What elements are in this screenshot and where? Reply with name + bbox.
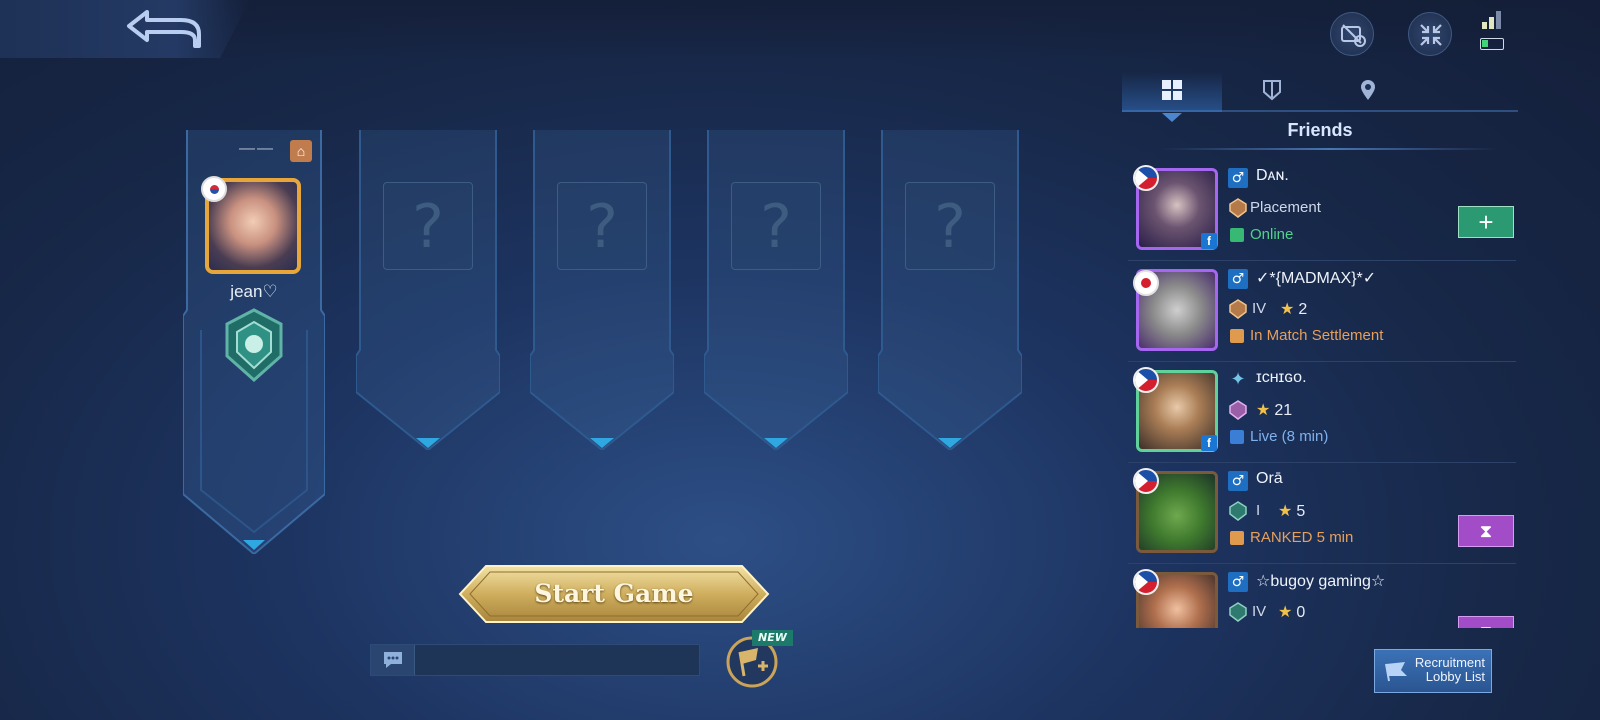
special-gender-icon: ✦: [1230, 369, 1246, 390]
star-icon: ★: [1280, 301, 1295, 318]
screen-record-icon[interactable]: [1330, 12, 1374, 56]
panel-tabs: [1122, 72, 1518, 122]
korea-flag-icon: [201, 176, 227, 202]
waiting-button[interactable]: ⧗: [1458, 616, 1514, 628]
star-count: 21: [1274, 402, 1293, 419]
friend-status: RANKED 5 min: [1250, 529, 1354, 546]
friend-rank: I: [1256, 502, 1261, 519]
divider: [1160, 148, 1500, 150]
friend-rank: IV: [1252, 300, 1267, 317]
back-arrow-icon: [127, 10, 201, 48]
party-label: ——: [239, 140, 275, 157]
japan-flag-icon: [1133, 270, 1159, 296]
empty-slot-placeholder: ?: [557, 182, 647, 270]
live-icon: [1230, 430, 1244, 444]
slot-frame: [704, 130, 848, 450]
battery-icon: [1480, 38, 1504, 50]
friend-avatar[interactable]: f: [1133, 165, 1218, 250]
philippines-flag-icon: [1133, 165, 1159, 191]
check-icon: [1230, 228, 1244, 242]
empty-slot-placeholder: ?: [731, 182, 821, 270]
tab-friends[interactable]: [1122, 72, 1222, 122]
friend-row[interactable]: ♂ ✓*{MADMAX}*✓ IV ★ 2 In Match Settlement: [1128, 261, 1516, 362]
star-count: 5: [1296, 503, 1306, 520]
chat-bubble-icon[interactable]: [371, 645, 415, 675]
philippines-flag-icon: [1133, 367, 1159, 393]
friend-row[interactable]: f ✦ ɪᴄʜɪɢᴏ. ★ 21 Live (8 min): [1128, 362, 1516, 463]
rank-badge-icon: [1229, 501, 1247, 521]
friend-name: Orā: [1256, 470, 1283, 487]
grid-icon: [1162, 80, 1182, 100]
friend-stars: ★ 5: [1278, 501, 1305, 521]
rank-badge-icon: [1229, 400, 1247, 420]
friend-name: ☆bugoy gaming☆: [1256, 573, 1386, 590]
collapse-icon[interactable]: [1408, 12, 1452, 56]
slot-frame: [878, 130, 1022, 450]
friend-stars: ★ 21: [1256, 400, 1292, 420]
friend-name: ✓*{MADMAX}*✓: [1256, 270, 1377, 287]
friend-name: ɪᴄʜɪɢᴏ.: [1256, 369, 1307, 386]
player-avatar[interactable]: [201, 176, 301, 274]
location-pin-icon: [1361, 80, 1375, 100]
facebook-icon: f: [1201, 435, 1217, 451]
rank-badge-icon: [1229, 198, 1247, 218]
star-icon: ★: [1278, 503, 1293, 520]
friend-avatar[interactable]: [1133, 569, 1218, 628]
invite-button[interactable]: +: [1458, 206, 1514, 238]
empty-slot-placeholder: ?: [905, 182, 995, 270]
facebook-icon: f: [1201, 233, 1217, 249]
new-badge: NEW: [752, 630, 793, 646]
star-count: 2: [1298, 301, 1308, 318]
friend-avatar[interactable]: [1133, 468, 1218, 553]
recruitment-lobby-button[interactable]: Recruitment Lobby List: [1374, 649, 1492, 693]
male-icon: ♂: [1228, 572, 1248, 592]
recruitment-label: Recruitment Lobby List: [1414, 655, 1485, 684]
friend-avatar[interactable]: [1133, 269, 1218, 351]
slot-frame: [530, 130, 674, 450]
match-icon: [1230, 531, 1244, 545]
slot-frame: [356, 130, 500, 450]
friend-rank: IV: [1252, 603, 1267, 620]
male-icon: ♂: [1228, 471, 1248, 491]
friend-status: Online: [1250, 226, 1294, 243]
friend-row[interactable]: f ♂ Dᴀɴ. Placement Online +: [1128, 160, 1516, 261]
friend-status: In Match Settlement: [1250, 327, 1384, 344]
player-name: jean♡: [230, 282, 278, 301]
star-count: 0: [1296, 604, 1306, 621]
empty-slot-placeholder: ?: [383, 182, 473, 270]
rank-emblem-icon: [225, 308, 283, 382]
panel-title: Friends: [1287, 120, 1353, 140]
male-icon: ♂: [1228, 168, 1248, 188]
friend-stars: ★ 0: [1278, 602, 1305, 622]
friend-name: Dᴀɴ.: [1256, 167, 1289, 184]
waiting-button[interactable]: ⧗: [1458, 515, 1514, 547]
chat-input[interactable]: [370, 644, 700, 676]
philippines-flag-icon: [1133, 569, 1159, 595]
rank-badge-icon: [1229, 299, 1247, 319]
friend-row[interactable]: ♂ Orā I ★ 5 RANKED 5 min ⧗: [1128, 463, 1516, 564]
rank-badge-icon: [1229, 602, 1247, 622]
friend-rank: Placement: [1250, 199, 1321, 216]
start-game-button[interactable]: Start Game: [456, 562, 772, 626]
friend-row[interactable]: ♂ ☆bugoy gaming☆ IV ★0 ⧗: [1128, 564, 1516, 628]
shield-icon: [1263, 80, 1281, 101]
male-icon: ♂: [1228, 269, 1248, 289]
star-icon: ★: [1256, 402, 1271, 419]
tab-squad[interactable]: [1222, 72, 1322, 112]
friend-status: Live (8 min): [1250, 428, 1329, 445]
match-icon: [1230, 329, 1244, 343]
friend-avatar[interactable]: f: [1133, 367, 1218, 452]
friend-stars: ★ 2: [1280, 299, 1307, 319]
start-game-label: Start Game: [534, 579, 694, 608]
star-icon: ★: [1278, 604, 1293, 621]
signal-icon: [1482, 11, 1501, 29]
tab-nearby[interactable]: [1318, 72, 1418, 112]
philippines-flag-icon: [1133, 468, 1159, 494]
home-icon: ⌂: [290, 140, 312, 162]
friends-list[interactable]: f ♂ Dᴀɴ. Placement Online + ♂ ✓*{MADMAX}…: [1128, 160, 1516, 628]
back-button[interactable]: [0, 0, 250, 58]
